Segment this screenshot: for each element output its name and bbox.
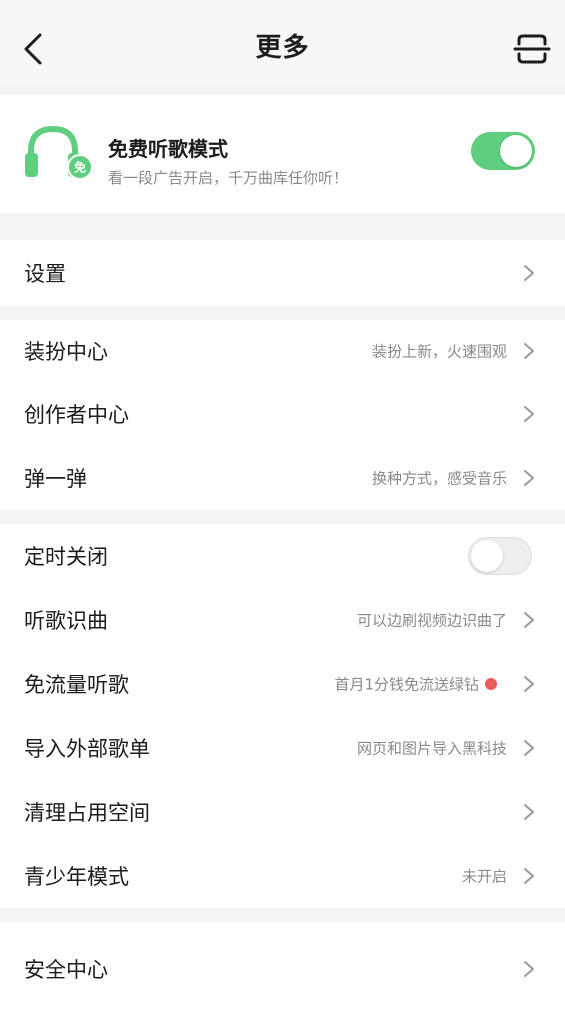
- settings-label: 设置: [24, 262, 66, 286]
- chevron-right-icon: [524, 265, 534, 281]
- timer-close-toggle[interactable]: [468, 537, 532, 575]
- security-center-label: 安全中心: [24, 958, 108, 982]
- red-dot-badge: [485, 678, 497, 690]
- chevron-right-icon: [524, 676, 534, 692]
- chevron-right-icon: [524, 740, 534, 756]
- dress-center-hint: 装扮上新，火速围观: [371, 342, 507, 361]
- creator-center-row[interactable]: 创作者中心: [0, 382, 565, 446]
- song-recognize-label: 听歌识曲: [24, 609, 108, 633]
- import-playlist-label: 导入外部歌单: [24, 737, 150, 761]
- toggle-knob: [500, 135, 532, 167]
- toggle-knob: [471, 540, 503, 572]
- dress-center-row[interactable]: 装扮中心 装扮上新，火速围观: [0, 320, 565, 382]
- scan-icon[interactable]: [513, 32, 551, 66]
- import-playlist-hint: 网页和图片导入黑科技: [356, 739, 507, 758]
- timer-close-row: 定时关闭: [0, 524, 565, 588]
- free-traffic-label: 免流量听歌: [24, 673, 129, 697]
- free-traffic-row[interactable]: 免流量听歌 首月1分钱免流送绿钻: [0, 652, 565, 716]
- chevron-right-icon: [524, 406, 534, 422]
- chevron-right-icon: [524, 343, 534, 359]
- import-playlist-row[interactable]: 导入外部歌单 网页和图片导入黑科技: [0, 716, 565, 780]
- free-badge: 免: [74, 160, 86, 175]
- creator-center-label: 创作者中心: [24, 403, 129, 427]
- chevron-right-icon: [524, 961, 534, 977]
- tan-yi-tan-hint: 换种方式，感受音乐: [371, 469, 507, 488]
- tools-section: 定时关闭 听歌识曲 可以边刷视频边识曲了 免流量听歌 首月1分钱免流送绿钻 导入…: [0, 524, 565, 908]
- song-recognize-hint: 可以边刷视频边识曲了: [356, 611, 507, 630]
- dress-center-label: 装扮中心: [24, 340, 108, 364]
- chevron-right-icon: [524, 804, 534, 820]
- feature-section: 装扮中心 装扮上新，火速围观 创作者中心 弹一弹 换种方式，感受音乐: [0, 320, 565, 510]
- settings-section: 设置: [0, 240, 565, 306]
- top-bar: 更多: [0, 0, 565, 84]
- free-mode-subtitle: 看一段广告开启，千万曲库任你听！: [108, 169, 349, 187]
- clean-space-row[interactable]: 清理占用空间: [0, 780, 565, 844]
- song-recognize-row[interactable]: 听歌识曲 可以边刷视频边识曲了: [0, 588, 565, 652]
- free-traffic-hint: 首月1分钱免流送绿钻: [334, 675, 479, 694]
- page-title: 更多: [255, 33, 310, 63]
- free-mode-title: 免费听歌模式: [108, 137, 228, 161]
- chevron-right-icon: [524, 612, 534, 628]
- timer-close-label: 定时关闭: [24, 545, 108, 569]
- clean-space-label: 清理占用空间: [24, 801, 150, 825]
- security-center-row[interactable]: 安全中心: [0, 922, 565, 1016]
- youth-mode-row[interactable]: 青少年模式 未开启: [0, 844, 565, 908]
- free-mode-toggle[interactable]: [471, 132, 535, 170]
- tan-yi-tan-row[interactable]: 弹一弹 换种方式，感受音乐: [0, 446, 565, 510]
- headphone-icon: 免: [25, 125, 93, 180]
- youth-mode-hint: 未开启: [461, 867, 507, 886]
- security-section: 安全中心: [0, 922, 565, 1016]
- chevron-right-icon: [524, 470, 534, 486]
- chevron-right-icon: [524, 868, 534, 884]
- tan-yi-tan-label: 弹一弹: [24, 467, 87, 491]
- youth-mode-label: 青少年模式: [24, 865, 129, 889]
- settings-row[interactable]: 设置: [0, 240, 565, 306]
